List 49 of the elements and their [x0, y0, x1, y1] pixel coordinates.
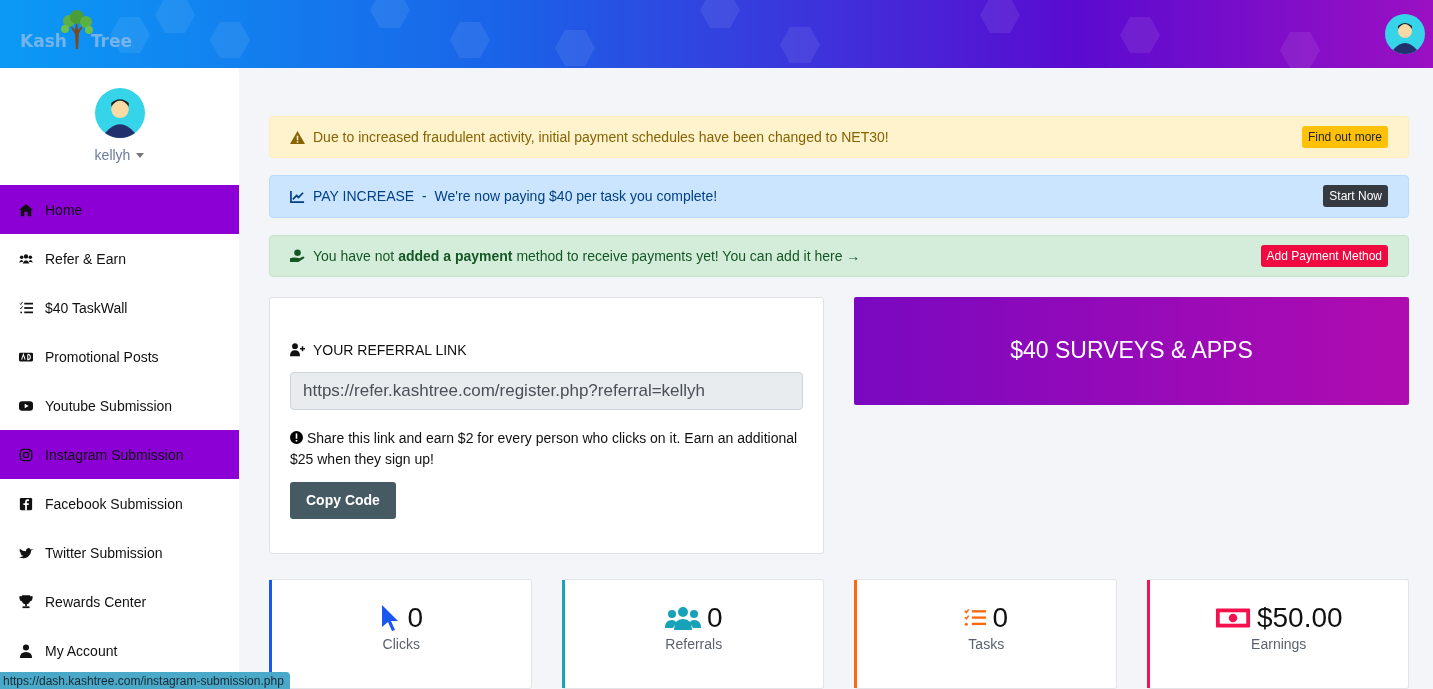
hand-coin-icon: [290, 248, 305, 264]
home-icon: [19, 202, 33, 217]
play-icon: [19, 398, 33, 413]
alert-message: Due to increased fraudulent activity, initial payment schedules have been changed to NET30!: [313, 129, 889, 146]
copy-code-button[interactable]: Copy Code: [290, 482, 396, 519]
referral-note: Share this link and earn $2 for every person who clicks on it. Earn an additional $25 when they sign up!: [290, 429, 799, 469]
trophy-icon: [19, 594, 33, 609]
sidebar-item[interactable]: My Account: [0, 626, 239, 675]
stat-label: Clicks: [382, 636, 420, 652]
stat-value: 0: [407, 602, 424, 634]
alert-action-button[interactable]: Start Now: [1323, 185, 1388, 208]
alert-action-button[interactable]: Find out more: [1301, 126, 1388, 149]
user-menu[interactable]: kellyh: [88, 146, 151, 164]
surveys-banner-button[interactable]: $40 SURVEYS & APPS: [854, 297, 1409, 405]
avatar-icon[interactable]: [1385, 14, 1425, 54]
sidebar-item[interactable]: Refer & Earn: [0, 234, 239, 283]
facebook-icon: [19, 496, 33, 511]
add-user-icon: [290, 342, 305, 358]
camera-icon: [19, 447, 33, 462]
sidebar-item[interactable]: $40 TaskWall: [0, 283, 239, 332]
sidebar-item[interactable]: Rewards Center: [0, 577, 239, 626]
warning-icon: [290, 129, 305, 145]
line-chart-icon: [290, 189, 305, 204]
banknote-icon: [1214, 606, 1251, 630]
alert-action-button[interactable]: Add Payment Method: [1260, 244, 1388, 267]
bird-icon: [19, 545, 33, 560]
stat-value: 0: [992, 602, 1009, 634]
stat-label: Referrals: [665, 636, 723, 652]
sidebar-item[interactable]: Youtube Submission: [0, 381, 239, 430]
status-url: https://dash.kashtree.com/instagram-submission.php: [0, 672, 290, 689]
caret-icon: [136, 152, 145, 158]
referral-title: YOUR REFERRAL LINK: [313, 342, 467, 358]
people-icon: [19, 251, 33, 266]
stat-label: Earnings: [1251, 636, 1307, 652]
sidebar-item[interactable]: Facebook Submission: [0, 479, 239, 528]
stat-value: 0: [706, 602, 723, 634]
person-icon: [19, 643, 33, 658]
stat-label: Tasks: [968, 636, 1005, 652]
alert-message: You have not added a payment method to receive payments yet! You can add it here →: [313, 247, 861, 264]
exclamation-icon: [290, 431, 303, 444]
people-icon: [664, 606, 701, 630]
sidebar-item[interactable]: Promotional Posts: [0, 332, 239, 381]
referral-link-field[interactable]: https://refer.kashtree.com/register.php?referral=kellyh: [290, 372, 803, 410]
avatar-icon[interactable]: [94, 88, 145, 138]
stat-value: $50.00: [1256, 602, 1343, 634]
alert-label: PAY INCREASE -: [313, 188, 427, 205]
checklist-icon: [19, 300, 33, 315]
sidebar-item[interactable]: Twitter Submission: [0, 528, 239, 577]
alert-message: We're now paying $40 per task you complete!: [434, 188, 718, 205]
